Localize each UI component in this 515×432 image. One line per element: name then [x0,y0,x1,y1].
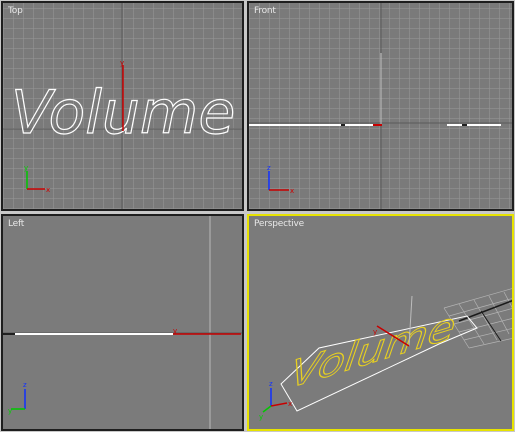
tripod-x-label: x [290,187,294,195]
tripod-z-label: z [269,380,273,388]
viewport-perspective-scene: Volume y z x y [259,288,512,421]
viewport-left-scene: y z y [3,216,242,429]
viewport-front-scene: z x [249,3,512,209]
tripod-x-label: x [46,186,50,194]
viewport-top[interactable]: Top Volume y y x [1,1,244,211]
gizmo-y-label: y [173,327,177,335]
tripod-y-label: y [24,164,28,172]
viewport-perspective[interactable]: Perspective Volume y z x y [247,214,514,431]
viewport-top-scene: Volume y y x [3,3,242,209]
gizmo-y-label: y [373,328,377,336]
tripod-x-label: x [288,400,292,408]
tripod-y-label: y [8,407,12,415]
volume-spline-selected[interactable]: Volume [287,302,459,397]
tripod-y-label: y [259,413,263,421]
tripod-z-label: z [267,164,271,172]
tripod-z-label: z [23,381,27,389]
viewport-left[interactable]: Left y z y [1,214,244,431]
gizmo-y-label: y [120,59,124,67]
viewport-front[interactable]: Front z x [247,1,514,211]
